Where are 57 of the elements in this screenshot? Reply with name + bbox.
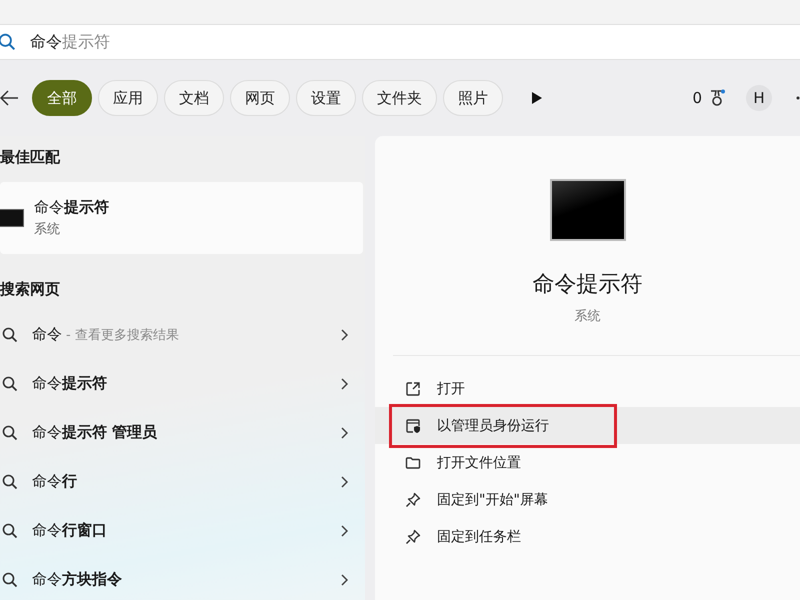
search-icon	[2, 522, 18, 538]
result-text: 命令方块指令	[32, 570, 122, 589]
result-text: 命令	[32, 325, 62, 344]
action-item[interactable]: 固定到任务栏	[375, 518, 800, 555]
avatar[interactable]: H	[746, 85, 772, 111]
search-icon	[2, 424, 18, 440]
web-result-item[interactable]: 命令提示符 管理员	[0, 408, 350, 457]
terminal-icon	[550, 179, 626, 241]
best-match-item[interactable]: 命令提示符 系统	[0, 182, 363, 254]
web-result-item[interactable]: 命令提示符	[0, 359, 350, 408]
action-item[interactable]: 打开文件位置	[375, 444, 800, 481]
result-text: 命令行窗口	[32, 521, 107, 540]
search-icon	[2, 474, 18, 490]
result-hint: - 查看更多搜索结果	[66, 326, 179, 344]
search-icon	[2, 326, 18, 342]
filter-tab[interactable]: 全部	[32, 80, 92, 116]
pin-icon	[405, 528, 421, 544]
filter-tab[interactable]: 文档	[164, 80, 224, 116]
filter-tab[interactable]: 照片	[443, 80, 503, 116]
filter-tab[interactable]: 设置	[296, 80, 356, 116]
chevron-right-icon	[340, 574, 348, 586]
search-icon	[0, 33, 16, 51]
web-result-item[interactable]: 命令 - 查看更多搜索结果	[0, 310, 350, 359]
web-result-item[interactable]: 命令方块指令	[0, 555, 350, 600]
chevron-right-icon	[340, 524, 348, 536]
terminal-icon	[0, 209, 24, 227]
chevron-right-icon	[340, 378, 348, 390]
pin-icon	[405, 492, 421, 508]
medal-icon[interactable]	[708, 89, 726, 107]
play-icon[interactable]	[531, 91, 543, 105]
app-title: 命令提示符	[532, 271, 642, 299]
section-heading: 最佳匹配	[0, 147, 61, 168]
folder-icon	[405, 454, 421, 470]
filter-tab[interactable]: 应用	[98, 80, 158, 116]
filter-tab[interactable]: 文件夹	[362, 80, 437, 116]
shield-window-icon	[405, 418, 421, 434]
web-result-item[interactable]: 命令行	[0, 457, 350, 506]
web-result-item[interactable]: 命令行窗口	[0, 506, 350, 555]
app-subtitle: 系统	[574, 308, 600, 325]
action-item[interactable]: 固定到"开始"屏幕	[375, 481, 800, 518]
result-subtitle: 系统	[34, 221, 61, 238]
back-arrow-icon[interactable]	[0, 90, 18, 106]
filter-tab[interactable]: 网页	[230, 80, 290, 116]
points-count: 0	[692, 89, 702, 107]
search-icon	[2, 376, 18, 392]
more-icon[interactable]	[794, 96, 800, 100]
chevron-right-icon	[340, 426, 348, 438]
external-link-icon	[405, 380, 421, 396]
chevron-right-icon	[340, 328, 348, 340]
result-text: 命令提示符 管理员	[32, 423, 158, 442]
result-text: 命令提示符	[32, 374, 107, 393]
chevron-right-icon	[340, 476, 348, 488]
result-title: 命令提示符	[34, 198, 109, 217]
search-icon	[2, 572, 18, 588]
search-field[interactable]: 命令提示符	[0, 24, 800, 60]
action-item[interactable]: 打开	[375, 370, 800, 407]
result-text: 命令行	[32, 472, 77, 491]
